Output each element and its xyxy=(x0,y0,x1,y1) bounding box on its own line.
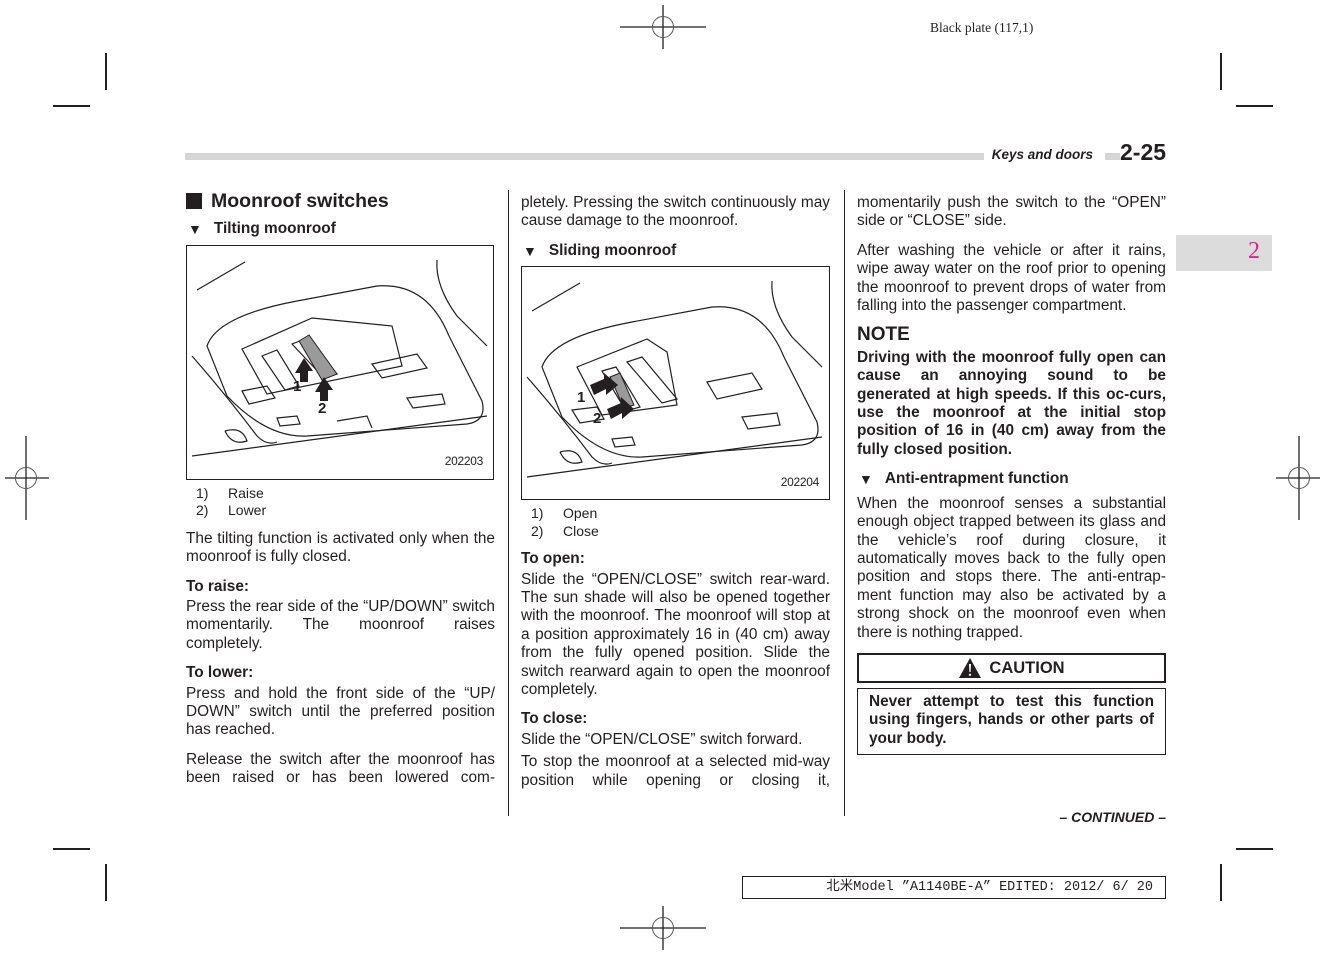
crop-mark xyxy=(105,53,107,90)
paragraph: Release the switch after the moonroof ha… xyxy=(186,750,495,787)
moonroof-switch-illustration-icon xyxy=(526,281,823,478)
note-text: Driving with the moonroof fully open can… xyxy=(857,348,1166,458)
crop-mark xyxy=(1236,848,1273,850)
paragraph: To stop the moonroof at a selected mid-w… xyxy=(521,753,830,789)
continued-label: – CONTINUED – xyxy=(1059,809,1166,825)
subsection-heading-text: Tilting moonroof xyxy=(213,220,336,238)
heading-to-open: To open: xyxy=(521,550,585,568)
figure-sliding-moonroof: 1 2 202204 xyxy=(521,266,830,501)
paragraph: Press the rear side of the “UP/DOWN” swi… xyxy=(186,598,495,652)
section-title: Moonroof switches xyxy=(186,190,495,212)
moonroof-switch-illustration-icon xyxy=(191,259,488,457)
edited-footer-text: 北米Model ”A1140BE-A” EDITED: 2012/ 6/ 20 xyxy=(826,880,1153,895)
warning-triangle-icon xyxy=(959,657,982,678)
figure-code: 202204 xyxy=(780,474,820,489)
crop-mark xyxy=(53,105,90,107)
edited-footer: 北米Model ”A1140BE-A” EDITED: 2012/ 6/ 20 xyxy=(742,876,1166,899)
registration-mark-icon xyxy=(620,5,706,49)
chapter-tab[interactable]: 2 xyxy=(1176,235,1272,271)
triangle-bullet-icon: ▼ xyxy=(523,242,537,259)
registration-mark-icon xyxy=(1276,436,1320,520)
legend-item: 2) Close xyxy=(531,522,599,539)
column-divider xyxy=(508,190,509,816)
caution-header: CAUTION xyxy=(857,652,1166,683)
paragraph: After washing the vehicle or after it ra… xyxy=(857,241,1166,315)
crop-mark xyxy=(1236,105,1273,107)
crop-mark xyxy=(1220,53,1222,90)
header-section-title: Keys and doors xyxy=(983,147,1105,162)
crop-mark xyxy=(53,848,90,850)
crop-mark xyxy=(105,864,107,901)
column-2: pletely. Pressing the switch continuousl… xyxy=(521,194,830,801)
plate-label: Black plate (117,1) xyxy=(930,20,1034,35)
crop-mark xyxy=(1220,864,1222,901)
subsection-heading-text: Anti-entrapment function xyxy=(884,470,1069,488)
legend-item: 2) Lower xyxy=(196,502,267,519)
paragraph: The tilting function is activated only w… xyxy=(186,529,495,566)
figure-code: 202203 xyxy=(444,454,484,469)
paragraph: Slide the “OPEN/CLOSE” switch rear-ward.… xyxy=(521,570,830,699)
figure-legend: 1) Open 2) Close xyxy=(531,505,830,540)
subsection-heading: ▼ Anti-entrapment function xyxy=(857,470,1166,488)
caution-title: CAUTION xyxy=(989,658,1065,677)
subsection-heading: ▼ Tilting moonroof xyxy=(186,220,495,238)
figure-legend: 1) Raise 2) Lower xyxy=(196,485,495,520)
triangle-bullet-icon: ▼ xyxy=(188,221,202,238)
callout-2: 2 xyxy=(593,410,602,428)
subsection-heading-text: Sliding moonroof xyxy=(548,241,677,259)
heading-to-raise: To raise: xyxy=(186,577,250,595)
caution-text: Never attempt to test this function usin… xyxy=(857,687,1166,756)
subsection-heading: ▼ Sliding moonroof xyxy=(521,242,830,260)
paragraph: momentarily push the switch to the “OPEN… xyxy=(857,194,1166,230)
chapter-tab-number: 2 xyxy=(1248,238,1260,264)
paragraph: Press and hold the front side of the “UP… xyxy=(186,684,495,739)
triangle-bullet-icon: ▼ xyxy=(859,471,873,488)
heading-to-lower: To lower: xyxy=(186,664,254,682)
callout-2: 2 xyxy=(318,399,327,417)
paragraph: pletely. Pressing the switch continuousl… xyxy=(521,194,830,230)
legend-item: 1) Open xyxy=(531,505,598,522)
registration-mark-icon xyxy=(620,906,706,950)
section-title-text: Moonroof switches xyxy=(211,190,389,212)
callout-1: 1 xyxy=(577,389,586,407)
page-number: 2-25 xyxy=(1120,139,1169,166)
column-divider xyxy=(844,190,845,816)
note-title: NOTE xyxy=(857,324,910,346)
registration-mark-icon xyxy=(5,436,49,520)
column-3: momentarily push the switch to the “OPEN… xyxy=(857,194,1166,756)
square-bullet-icon xyxy=(186,193,202,210)
paragraph: Slide the “OPEN/CLOSE” switch forward. xyxy=(521,730,803,748)
figure-tilting-moonroof: 1 2 202203 xyxy=(186,244,494,480)
callout-1: 1 xyxy=(293,377,302,395)
column-1: Moonroof switches ▼ Tilting moonroof 1 2… xyxy=(186,190,495,799)
legend-item: 1) Raise xyxy=(196,484,264,501)
heading-to-close: To close: xyxy=(521,710,588,728)
paragraph: When the moonroof senses a substantial e… xyxy=(857,494,1166,641)
